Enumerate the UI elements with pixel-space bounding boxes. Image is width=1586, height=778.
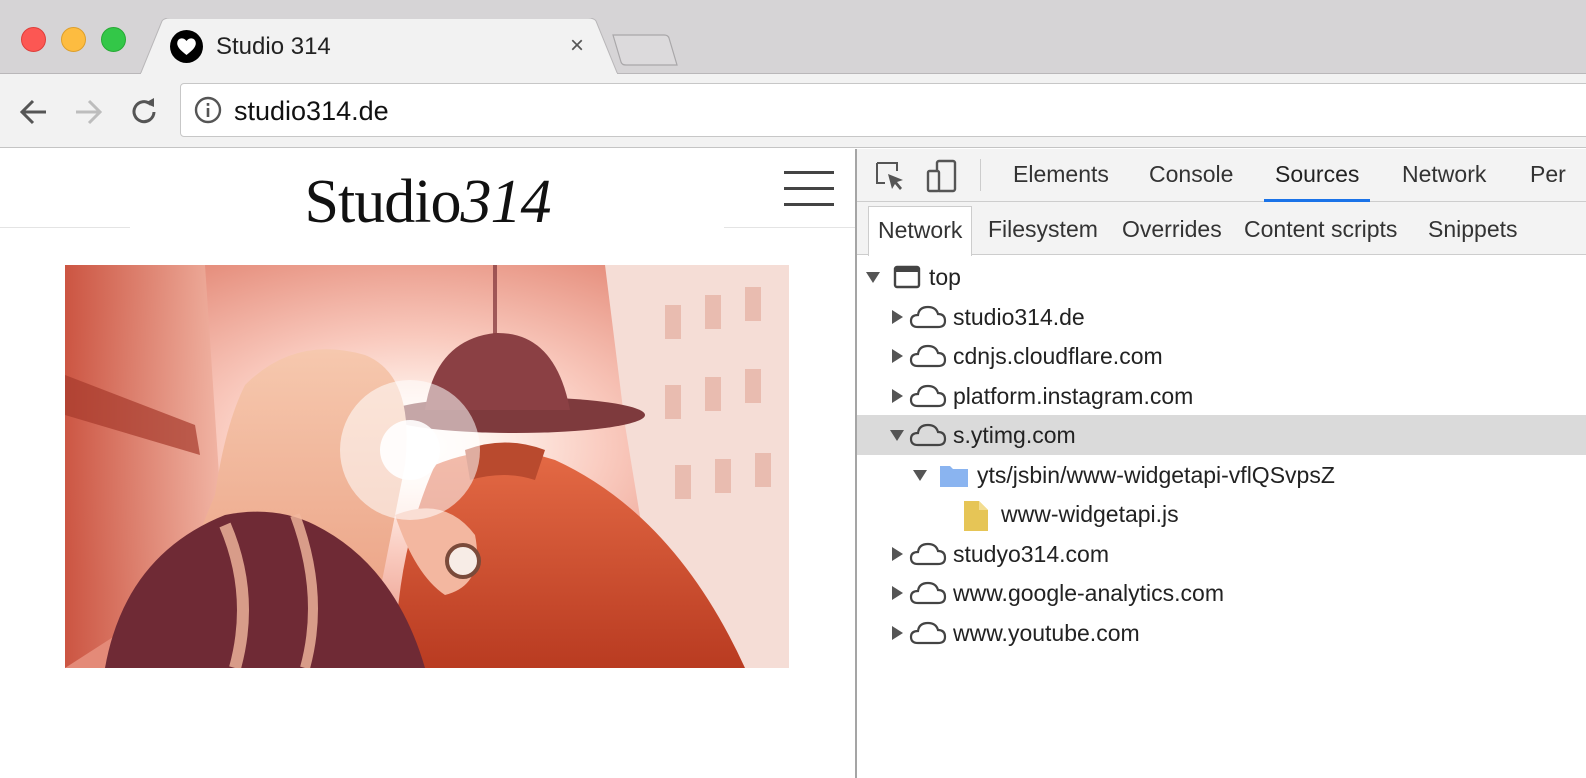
cloud-icon [909, 423, 947, 447]
tree-item-domain[interactable]: cdnjs.cloudflare.com [857, 336, 1586, 376]
collapsed-arrow-icon[interactable] [892, 310, 903, 324]
tree-item-label: www-widgetapi.js [1001, 501, 1179, 527]
tab-elements[interactable]: Elements [1013, 159, 1109, 202]
subtab-snippets[interactable]: Snippets [1428, 214, 1518, 244]
tab-shape [140, 18, 618, 75]
tree-item-domain[interactable]: studio314.de [857, 297, 1586, 337]
file-icon [964, 501, 988, 531]
site-logo[interactable]: Studio314 [0, 167, 855, 238]
expand-arrow-icon[interactable] [890, 430, 904, 441]
page-viewport: Studio314 [0, 149, 855, 778]
url-text[interactable]: studio314.de [234, 96, 389, 127]
site-favicon-icon [170, 30, 203, 63]
hamburger-menu-icon[interactable] [784, 169, 836, 209]
cloud-icon [909, 344, 947, 368]
tree-item-label: yts/jsbin/www-widgetapi-vflQSvpsZ [977, 462, 1335, 488]
cloud-icon [909, 305, 947, 329]
device-toolbar-icon[interactable] [925, 159, 959, 193]
collapsed-arrow-icon[interactable] [892, 349, 903, 363]
tree-item-label: top [929, 264, 961, 290]
tab-network[interactable]: Network [1402, 159, 1486, 202]
sources-navigator-tabs: Network Filesystem Overrides Content scr… [857, 202, 1586, 256]
tree-item-domain[interactable]: www.youtube.com [857, 613, 1586, 653]
logo-number: 314 [460, 168, 551, 236]
hero-image [65, 265, 789, 668]
tab-sources[interactable]: Sources [1263, 159, 1371, 202]
tab-strip: Studio 314 × [0, 0, 1586, 75]
devtools-panel: Elements Console Sources Network Per Net… [855, 149, 1586, 778]
tree-item-label: www.google-analytics.com [953, 580, 1225, 606]
collapsed-arrow-icon[interactable] [892, 389, 903, 403]
cloud-icon [909, 621, 947, 645]
folder-icon [940, 466, 968, 487]
cloud-icon [909, 384, 947, 408]
logo-word: Studio [304, 168, 462, 236]
tree-item-file[interactable]: www-widgetapi.js [857, 494, 1586, 534]
toolbar-separator [980, 159, 981, 191]
site-info-icon[interactable] [194, 96, 222, 124]
expand-arrow-icon[interactable] [866, 272, 880, 283]
tree-item-domain[interactable]: www.google-analytics.com [857, 573, 1586, 613]
reload-icon[interactable] [126, 94, 162, 130]
address-bar[interactable]: studio314.de [180, 83, 1586, 137]
collapsed-arrow-icon[interactable] [892, 547, 903, 561]
tree-item-folder[interactable]: yts/jsbin/www-widgetapi-vflQSvpsZ [857, 455, 1586, 495]
new-tab-button[interactable] [612, 34, 678, 66]
window-minimize-button[interactable] [61, 27, 86, 52]
tab-close-icon[interactable]: × [565, 32, 589, 60]
tree-item-label: platform.instagram.com [953, 383, 1194, 409]
tab-console[interactable]: Console [1149, 159, 1233, 202]
cloud-icon [909, 542, 947, 566]
collapsed-arrow-icon[interactable] [892, 626, 903, 640]
inspect-element-icon[interactable] [873, 159, 907, 193]
devtools-main-toolbar: Elements Console Sources Network Per [857, 149, 1586, 202]
tab-title: Studio 314 [216, 33, 331, 60]
tree-item-domain[interactable]: platform.instagram.com [857, 376, 1586, 416]
collapsed-arrow-icon[interactable] [892, 586, 903, 600]
browser-toolbar: studio314.de [0, 74, 1586, 148]
forward-arrow-icon[interactable] [70, 94, 106, 130]
window-maximize-button[interactable] [101, 27, 126, 52]
expand-arrow-icon[interactable] [913, 470, 927, 481]
tree-item-label: www.youtube.com [953, 620, 1140, 646]
tree-item-label: cdnjs.cloudflare.com [953, 343, 1163, 369]
tab-performance[interactable]: Per [1530, 159, 1566, 202]
window-close-button[interactable] [21, 27, 46, 52]
tree-item-domain[interactable]: studyo314.com [857, 534, 1586, 574]
frame-icon [893, 265, 921, 289]
cloud-icon [909, 581, 947, 605]
subtab-filesystem[interactable]: Filesystem [988, 214, 1098, 244]
tree-item-label: studyo314.com [953, 541, 1109, 567]
back-arrow-icon[interactable] [16, 94, 52, 130]
tree-item-label: s.ytimg.com [953, 422, 1076, 448]
subtab-content-scripts[interactable]: Content scripts [1244, 214, 1397, 244]
subtab-overrides[interactable]: Overrides [1122, 214, 1222, 244]
tree-item-domain-selected[interactable]: s.ytimg.com [857, 415, 1586, 455]
subtab-network[interactable]: Network [868, 206, 973, 256]
tree-item-label: studio314.de [953, 304, 1085, 330]
tree-item-top[interactable]: top [857, 257, 1586, 297]
browser-tab[interactable]: Studio 314 × [140, 18, 618, 75]
